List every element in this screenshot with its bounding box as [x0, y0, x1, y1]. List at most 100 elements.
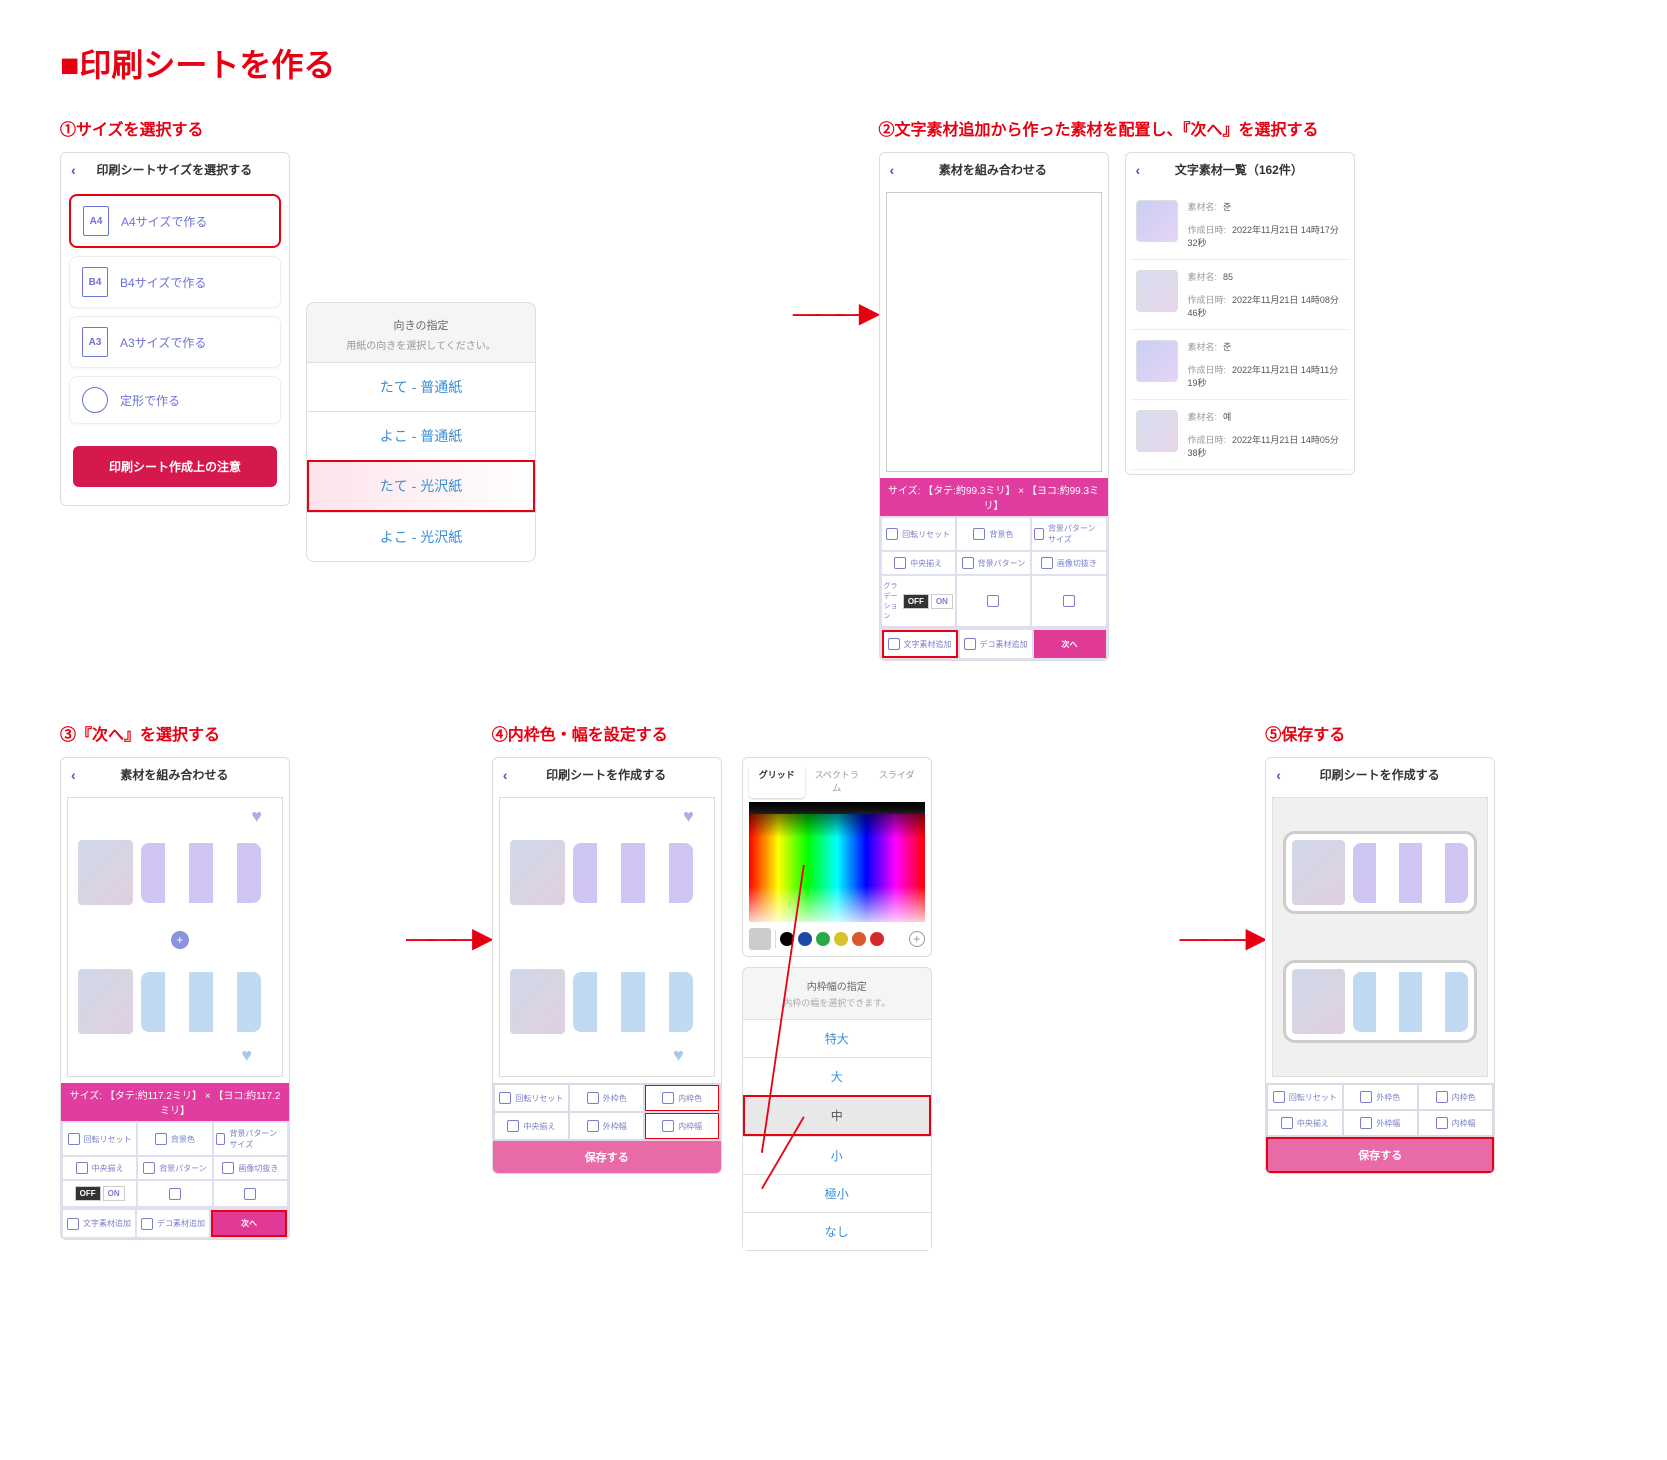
b4-icon: B4 [82, 267, 108, 297]
tool-bg-pattern-size[interactable]: 背景パターンサイズ [214, 1123, 287, 1155]
notes-button[interactable]: 印刷シート作成上の注意 [73, 446, 277, 487]
text-material[interactable] [141, 972, 261, 1032]
tool-bg-color[interactable]: 背景色 [957, 518, 1030, 550]
photo-material[interactable] [510, 840, 565, 905]
photo-material[interactable] [78, 969, 133, 1034]
swatch[interactable] [798, 932, 812, 946]
photo-material[interactable] [78, 840, 133, 905]
material-item[interactable]: 素材名:예 作成日時:2022年11月21日 14時05分38秒 [1130, 400, 1350, 470]
tool-bg-pattern[interactable]: 背景パターン [138, 1157, 211, 1179]
swatch[interactable] [816, 932, 830, 946]
color-tab-spectrum[interactable]: スペクトラム [809, 764, 865, 798]
tool-gradation[interactable]: OFFON [63, 1181, 136, 1206]
size-select-screen: ‹ 印刷シートサイズを選択する A4 A4サイズで作る B4 B4サイズで作る … [60, 152, 290, 506]
tool-crop[interactable]: 画像切抜き [1032, 552, 1105, 574]
back-icon[interactable]: ‹ [890, 162, 895, 178]
save-screen: ‹ 印刷シートを作成する 回転リセット 外枠色 内枠色 中央揃え 外枠幅 内枠幅… [1265, 757, 1495, 1174]
swatch[interactable] [834, 932, 848, 946]
current-color [749, 928, 771, 950]
canvas[interactable]: ♥ ♥ [499, 797, 715, 1077]
orient-opt-0[interactable]: たて - 普通紙 [307, 362, 535, 411]
tool-extra2[interactable] [214, 1181, 287, 1206]
save-button[interactable]: 保存する [493, 1141, 721, 1173]
tool-bg-pattern-size[interactable]: 背景パターンサイズ [1032, 518, 1105, 550]
color-grid[interactable] [749, 802, 925, 922]
color-picker: グリッド スペクトラム スライダ + [742, 757, 932, 957]
canvas[interactable]: + ♥ ♥ [67, 797, 283, 1077]
save-button[interactable]: 保存する [1266, 1137, 1494, 1173]
text-material[interactable] [141, 843, 261, 903]
material-item[interactable]: 素材名:준 作成日時:2022年11月21日 14時11分19秒 [1130, 330, 1350, 400]
tool-inner-width[interactable]: 内枠幅 [1419, 1111, 1492, 1135]
tool-inner-color[interactable]: 内枠色 [645, 1085, 718, 1111]
next-button[interactable]: 次へ [1034, 630, 1106, 658]
misc-icon [987, 595, 999, 607]
width-opt-l[interactable]: 大 [743, 1057, 931, 1095]
width-opt-xs[interactable]: 極小 [743, 1174, 931, 1212]
back-icon[interactable]: ‹ [1276, 767, 1281, 783]
swatch[interactable] [870, 932, 884, 946]
size-option-a4[interactable]: A4 A4サイズで作る [69, 194, 281, 248]
a4-icon: A4 [83, 206, 109, 236]
tool-extra2[interactable] [1032, 576, 1105, 626]
width-opt-m[interactable]: 中 [743, 1095, 931, 1136]
pattern-icon [962, 557, 974, 569]
size-option-a3[interactable]: A3 A3サイズで作る [69, 316, 281, 368]
tool-crop[interactable]: 画像切抜き [214, 1157, 287, 1179]
canvas[interactable] [1272, 797, 1488, 1077]
tool-outer-width[interactable]: 外枠幅 [1344, 1111, 1417, 1135]
width-opt-xl[interactable]: 特大 [743, 1019, 931, 1057]
tool-extra1[interactable] [138, 1181, 211, 1206]
tool-center[interactable]: 中央揃え [1268, 1111, 1341, 1135]
tool-center[interactable]: 中央揃え [63, 1157, 136, 1179]
tool-inner-color[interactable]: 内枠色 [1419, 1085, 1492, 1109]
back-icon[interactable]: ‹ [1136, 162, 1141, 178]
text-material[interactable] [573, 972, 693, 1032]
material-item[interactable]: 素材名:85 作成日時:2022年11月21日 14時08分46秒 [1130, 260, 1350, 330]
bgcolor-icon [973, 528, 985, 540]
tool-outer-width[interactable]: 外枠幅 [570, 1113, 643, 1139]
orient-opt-3[interactable]: よこ - 光沢紙 [307, 512, 535, 561]
tool-inner-width[interactable]: 内枠幅 [645, 1113, 718, 1139]
add-text-material-button[interactable]: 文字素材追加 [882, 630, 958, 658]
tool-outer-color[interactable]: 外枠色 [570, 1085, 643, 1111]
color-tab-grid[interactable]: グリッド [749, 764, 805, 798]
width-opt-s[interactable]: 小 [743, 1136, 931, 1174]
back-icon[interactable]: ‹ [71, 162, 76, 178]
swatch[interactable] [852, 932, 866, 946]
width-opt-none[interactable]: なし [743, 1212, 931, 1250]
tool-center[interactable]: 中央揃え [495, 1113, 568, 1139]
plus-icon[interactable]: + [171, 931, 189, 949]
tool-gradation[interactable]: グラデーション OFFON [882, 576, 955, 626]
heart-icon: ♥ [683, 806, 694, 827]
tool-rotate-reset[interactable]: 回転リセット [882, 518, 955, 550]
orient-opt-1[interactable]: よこ - 普通紙 [307, 411, 535, 460]
tool-bg-color[interactable]: 背景色 [138, 1123, 211, 1155]
add-swatch-icon[interactable]: + [909, 931, 925, 947]
tool-bg-pattern[interactable]: 背景パターン [957, 552, 1030, 574]
tool-extra1[interactable] [957, 576, 1030, 626]
orient-opt-2[interactable]: たて - 光沢紙 [307, 460, 535, 512]
tool-rotate-reset[interactable]: 回転リセット [495, 1085, 568, 1111]
canvas[interactable] [886, 192, 1102, 472]
tool-outer-color[interactable]: 外枠色 [1344, 1085, 1417, 1109]
size-option-fixed[interactable]: 定形で作る [69, 376, 281, 424]
tool-rotate-reset[interactable]: 回転リセット [63, 1123, 136, 1155]
center-icon [894, 557, 906, 569]
size-option-b4[interactable]: B4 B4サイズで作る [69, 256, 281, 308]
arrow-icon: ———▶ [793, 296, 875, 329]
add-deco-material-button[interactable]: デコ素材追加 [960, 630, 1032, 658]
photo-material[interactable] [510, 969, 565, 1034]
swatch[interactable] [780, 932, 794, 946]
material-item[interactable]: 素材名:준 作成日時:2022年11月21日 14時17分32秒 [1130, 190, 1350, 260]
back-icon[interactable]: ‹ [71, 767, 76, 783]
next-button[interactable]: 次へ [211, 1210, 287, 1237]
color-tab-slider[interactable]: スライダ [869, 764, 925, 798]
tool-rotate-reset[interactable]: 回転リセット [1268, 1085, 1341, 1109]
tool-center[interactable]: 中央揃え [882, 552, 955, 574]
text-material[interactable] [573, 843, 693, 903]
add-deco-material-button[interactable]: デコ素材追加 [137, 1210, 209, 1237]
add-text-material-button[interactable]: 文字素材追加 [63, 1210, 135, 1237]
back-icon[interactable]: ‹ [503, 767, 508, 783]
size-header: 印刷シートサイズを選択する [84, 161, 279, 178]
